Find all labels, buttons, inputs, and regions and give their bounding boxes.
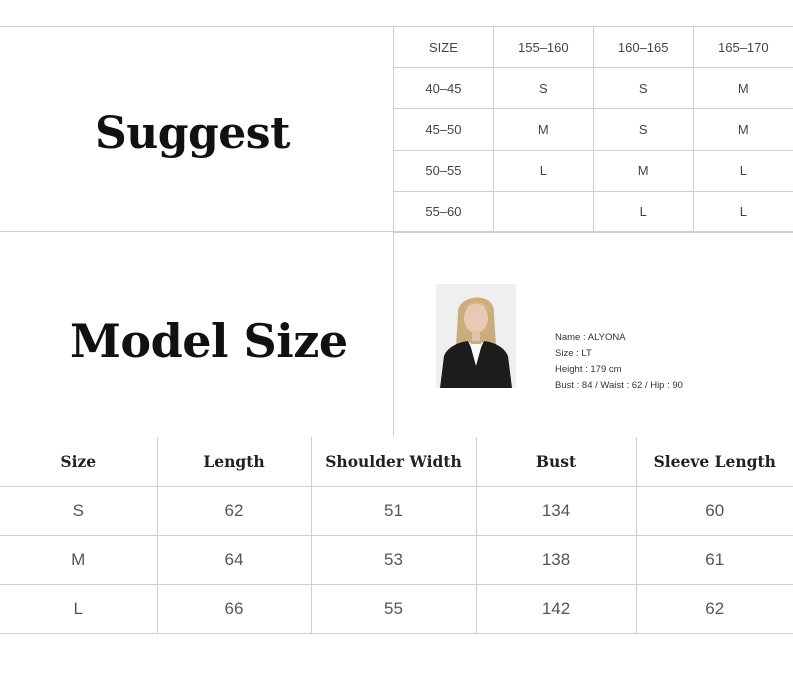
table-cell: 62 xyxy=(156,485,312,536)
table-cell: 66 xyxy=(156,583,312,634)
suggest-cell: M xyxy=(592,149,694,192)
table-cell: 60 xyxy=(635,485,793,536)
suggest-cell: M xyxy=(692,108,793,151)
suggest-cell: S xyxy=(492,67,594,110)
suggest-row: 50–55 L M L xyxy=(393,149,793,192)
suggest-cell: S xyxy=(592,108,694,151)
table-cell: M xyxy=(0,534,158,585)
model-height: Height : 179 cm xyxy=(555,364,622,375)
model-measurements: Bust : 84 / Waist : 62 / Hip : 90 xyxy=(555,380,683,391)
column-header-length: Length xyxy=(156,437,312,487)
column-header-sleeve-length: Sleeve Length xyxy=(635,437,793,487)
table-cell: 138 xyxy=(475,534,637,585)
suggest-cell: L xyxy=(692,149,793,192)
table-row: M 64 53 138 61 xyxy=(0,534,793,585)
table-cell: S xyxy=(0,485,158,536)
suggest-row: 45–50 M S M xyxy=(393,108,793,151)
suggest-cell: 55–60 xyxy=(393,190,494,233)
model-size-title: Model Size xyxy=(70,314,348,368)
column-header-bust: Bust xyxy=(475,437,637,487)
suggest-title: Suggest xyxy=(95,108,290,159)
table-cell: 51 xyxy=(310,485,477,536)
suggest-row: 40–45 S S M xyxy=(393,67,793,110)
suggest-size-table: SIZE 155–160 160–165 165–170 40–45 S S M… xyxy=(393,25,793,233)
model-name: Name : ALYONA xyxy=(555,332,626,343)
suggest-header-cell: 165–170 xyxy=(692,25,793,69)
suggest-cell: L xyxy=(492,149,594,192)
column-header-size: Size xyxy=(0,437,158,487)
table-cell: 53 xyxy=(310,534,477,585)
suggest-cell: 40–45 xyxy=(393,67,494,110)
column-header-shoulder-width: Shoulder Width xyxy=(310,437,477,487)
measurement-header-row: Size Length Shoulder Width Bust Sleeve L… xyxy=(0,437,793,487)
suggest-cell: 50–55 xyxy=(393,149,494,192)
suggest-cell: 45–50 xyxy=(393,108,494,151)
model-size: Size : LT xyxy=(555,348,592,359)
table-cell: 62 xyxy=(635,583,793,634)
table-cell: 55 xyxy=(310,583,477,634)
suggest-cell: L xyxy=(692,190,793,233)
model-info: Name : ALYONA Size : LT Height : 179 cm … xyxy=(555,330,683,394)
suggest-cell: M xyxy=(692,67,793,110)
table-cell: 64 xyxy=(156,534,312,585)
suggest-cell: S xyxy=(592,67,694,110)
table-cell: 61 xyxy=(635,534,793,585)
model-photo-illustration xyxy=(436,284,516,388)
suggest-cell: L xyxy=(592,190,694,233)
table-cell: L xyxy=(0,583,158,634)
model-photo xyxy=(436,284,516,388)
suggest-cell: M xyxy=(492,108,594,151)
suggest-header-cell: 160–165 xyxy=(592,25,694,69)
suggest-row: 55–60 L L xyxy=(393,190,793,233)
suggest-header-row: SIZE 155–160 160–165 165–170 xyxy=(393,25,793,69)
table-row: S 62 51 134 60 xyxy=(0,485,793,536)
measurement-table: Size Length Shoulder Width Bust Sleeve L… xyxy=(0,437,793,634)
suggest-header-cell: SIZE xyxy=(393,25,494,69)
table-row: L 66 55 142 62 xyxy=(0,583,793,634)
suggest-cell xyxy=(492,190,594,233)
suggest-header-cell: 155–160 xyxy=(492,25,594,69)
table-cell: 134 xyxy=(475,485,637,536)
table-cell: 142 xyxy=(475,583,637,634)
